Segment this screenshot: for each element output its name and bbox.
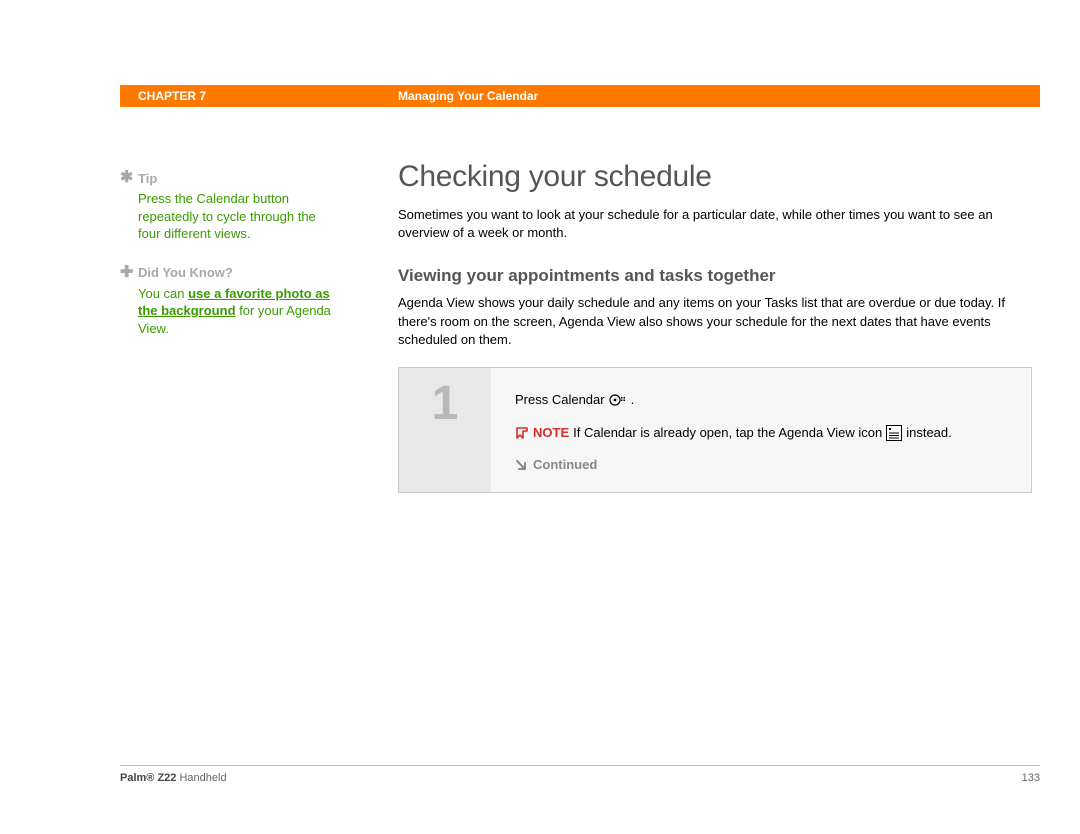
note-flag-icon (515, 426, 529, 440)
main-content: Checking your schedule Sometimes you wan… (398, 160, 1032, 493)
plus-icon: ✚ (120, 265, 138, 281)
product-name: Palm® Z22 Handheld (120, 772, 227, 784)
note-label: NOTE (533, 423, 569, 443)
note-suffix: instead. (906, 423, 952, 443)
product-rest: Handheld (176, 772, 226, 784)
chapter-label: CHAPTER 7 (120, 89, 380, 103)
didyouknow-label: Did You Know? (138, 265, 233, 280)
note-prefix: If Calendar is already open, tap the Age… (573, 423, 882, 443)
section-title: Viewing your appointments and tasks toge… (398, 266, 1032, 286)
step-instruction: Press Calendar . (515, 390, 1007, 410)
continued-arrow-icon (515, 459, 527, 471)
dyk-prefix: You can (138, 286, 188, 301)
note-row: NOTE If Calendar is already open, tap th… (515, 423, 1007, 443)
press-text: Press Calendar (515, 390, 605, 410)
tip-block: ✱ Tip Press the Calendar button repeated… (120, 170, 335, 243)
chapter-title: Managing Your Calendar (380, 89, 538, 103)
tip-label: Tip (138, 171, 157, 186)
page-title: Checking your schedule (398, 160, 1032, 194)
didyouknow-body: You can use a favorite photo as the back… (120, 285, 335, 338)
product-bold: Palm® Z22 (120, 772, 176, 784)
sidebar: ✱ Tip Press the Calendar button repeated… (120, 170, 335, 359)
didyouknow-block: ✚ Did You Know? You can use a favorite p… (120, 265, 335, 338)
didyouknow-header: ✚ Did You Know? (120, 265, 335, 281)
continued-label: Continued (533, 455, 597, 475)
agenda-view-icon (886, 425, 902, 441)
footer: Palm® Z22 Handheld 133 (120, 765, 1040, 784)
press-suffix: . (631, 390, 635, 410)
step-number: 1 (432, 368, 459, 431)
step-content: Press Calendar . (491, 368, 1031, 493)
tip-body: Press the Calendar button repeatedly to … (120, 190, 335, 243)
step-number-cell: 1 (399, 368, 491, 493)
tip-header: ✱ Tip (120, 170, 335, 186)
page-number: 133 (1022, 772, 1040, 784)
step-box: 1 Press Calendar . (398, 367, 1032, 494)
asterisk-icon: ✱ (120, 170, 138, 186)
section-para: Agenda View shows your daily schedule an… (398, 294, 1032, 349)
chapter-header: CHAPTER 7 Managing Your Calendar (120, 85, 1040, 107)
calendar-button-icon (609, 394, 627, 406)
intro-text: Sometimes you want to look at your sched… (398, 206, 1032, 242)
continued-row: Continued (515, 455, 1007, 475)
